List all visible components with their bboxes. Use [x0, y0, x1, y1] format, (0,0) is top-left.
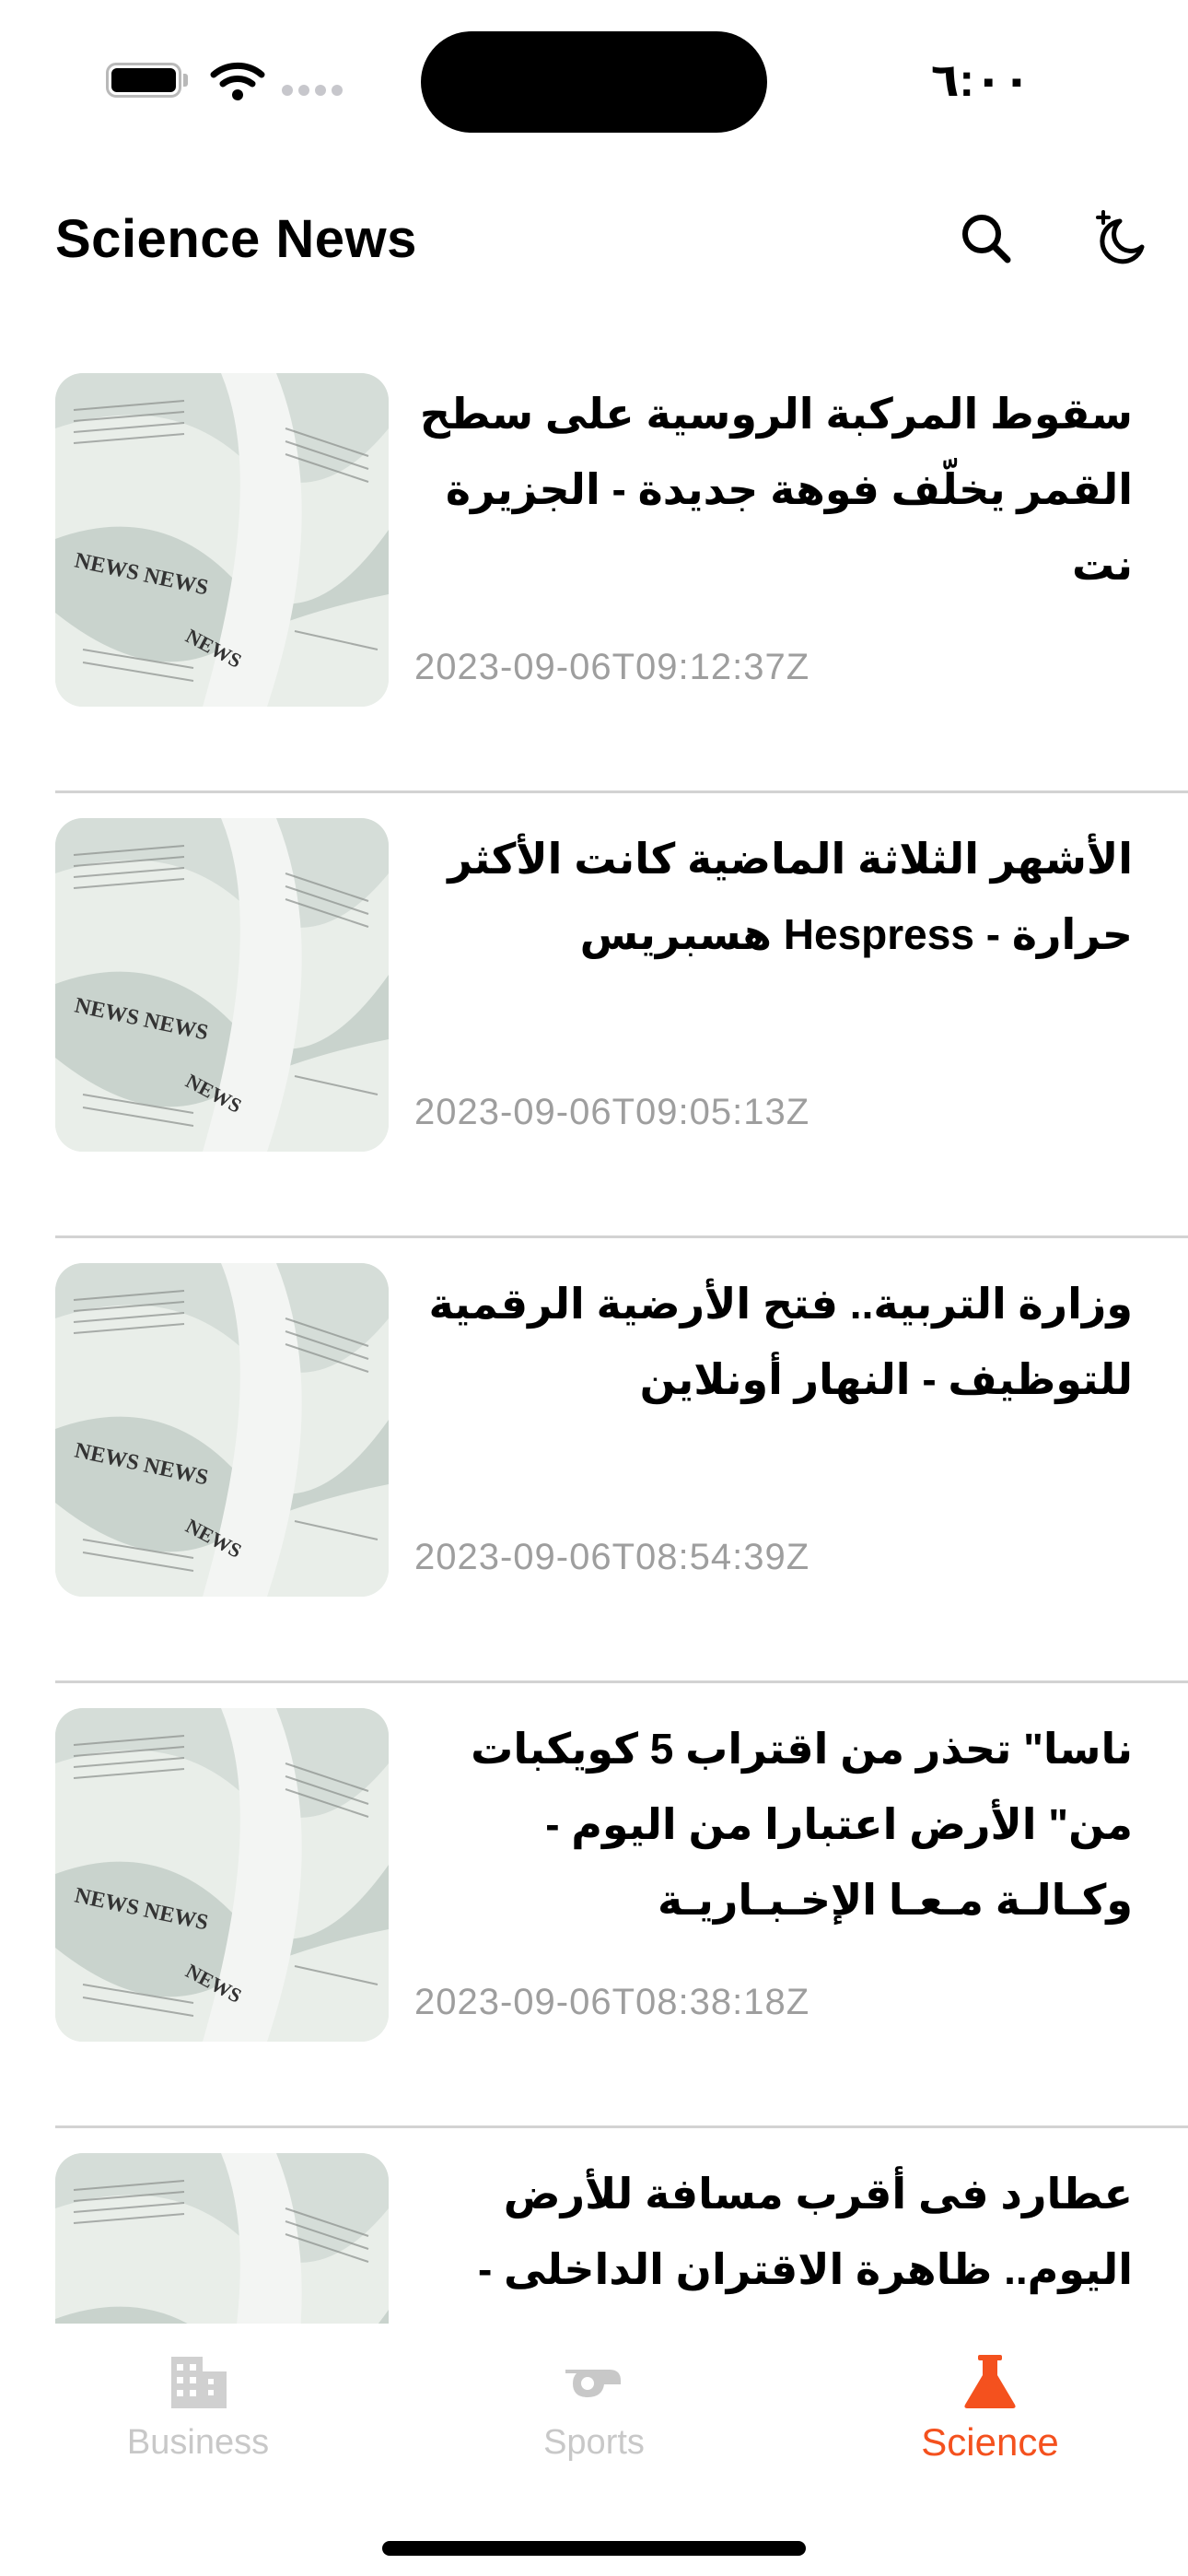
tab-label: Science	[921, 2420, 1059, 2464]
news-title: وزارة التربية.. فتح الأرضية الرقمية للتو…	[428, 1280, 1133, 1403]
nav-bar: Science News	[0, 184, 1188, 295]
battery-icon	[106, 63, 189, 98]
news-date: 2023-09-06T08:54:39Z	[414, 1537, 810, 1577]
flask-icon	[964, 2355, 1016, 2408]
news-list: NEWS NEWS NEWS سقوط المركبة الروسية على …	[0, 348, 1188, 2324]
status-bar: ٦:٠٠	[0, 0, 1188, 157]
tab-science[interactable]: Science	[792, 2324, 1188, 2489]
signal-icon	[282, 85, 343, 98]
news-item[interactable]: NEWS NEWS NEWS عطارد فى أقرب مسافة للأرض…	[0, 2128, 1188, 2324]
news-date: 2023-09-06T09:12:37Z	[414, 647, 810, 687]
news-item[interactable]: NEWS NEWS NEWS الأشهر الثلاثة الماضية كا…	[0, 793, 1188, 1238]
search-icon	[962, 215, 1011, 263]
news-title: عطارد فى أقرب مسافة للأرض اليوم.. ظاهرة …	[477, 2170, 1133, 2324]
tab-label: Business	[126, 2423, 270, 2462]
newspaper-thumbnail: NEWS NEWS NEWS	[55, 2153, 389, 2324]
search-button[interactable]	[950, 203, 1024, 276]
page-title: Science News	[55, 209, 417, 269]
screen: ٦:٠٠ Science News NEWS NEWS NEWS سقوط ال…	[0, 0, 1188, 2576]
dark-mode-button[interactable]	[1085, 203, 1159, 276]
building-icon	[171, 2357, 227, 2408]
news-item[interactable]: NEWS NEWS NEWS وزارة التربية.. فتح الأرض…	[0, 1238, 1188, 1683]
news-date: 2023-09-06T09:05:13Z	[414, 1092, 810, 1132]
news-title: الأشهر الثلاثة الماضية كانت الأكثر حرارة…	[448, 835, 1133, 958]
news-title: سقوط المركبة الروسية على سطح القمر يخلّف…	[419, 390, 1133, 589]
newspaper-thumbnail: NEWS NEWS NEWS	[55, 1708, 389, 2042]
news-item[interactable]: NEWS NEWS NEWS ناسا" تحذر من اقتراب 5 كو…	[0, 1683, 1188, 2128]
wifi-icon	[210, 62, 265, 100]
news-title: ناسا" تحذر من اقتراب 5 كويكبات من" الأرض…	[471, 1725, 1133, 1924]
tab-bar: Business Sports Science	[0, 2324, 1188, 2576]
newspaper-thumbnail: NEWS NEWS NEWS	[55, 818, 389, 1152]
tab-label: Sports	[543, 2423, 645, 2462]
whistle-icon	[565, 2370, 621, 2397]
news-date: 2023-09-06T08:38:18Z	[414, 1982, 810, 2022]
newspaper-thumbnail: NEWS NEWS NEWS	[55, 373, 389, 707]
tab-sports[interactable]: Sports	[396, 2324, 792, 2489]
tab-business[interactable]: Business	[0, 2324, 396, 2489]
newspaper-thumbnail: NEWS NEWS NEWS	[55, 1263, 389, 1597]
status-time: ٦:٠٠	[930, 54, 1031, 106]
news-item[interactable]: NEWS NEWS NEWS سقوط المركبة الروسية على …	[0, 348, 1188, 793]
dynamic-island	[421, 31, 767, 133]
dark-mode-icon	[1096, 210, 1145, 264]
home-indicator	[382, 2541, 806, 2556]
